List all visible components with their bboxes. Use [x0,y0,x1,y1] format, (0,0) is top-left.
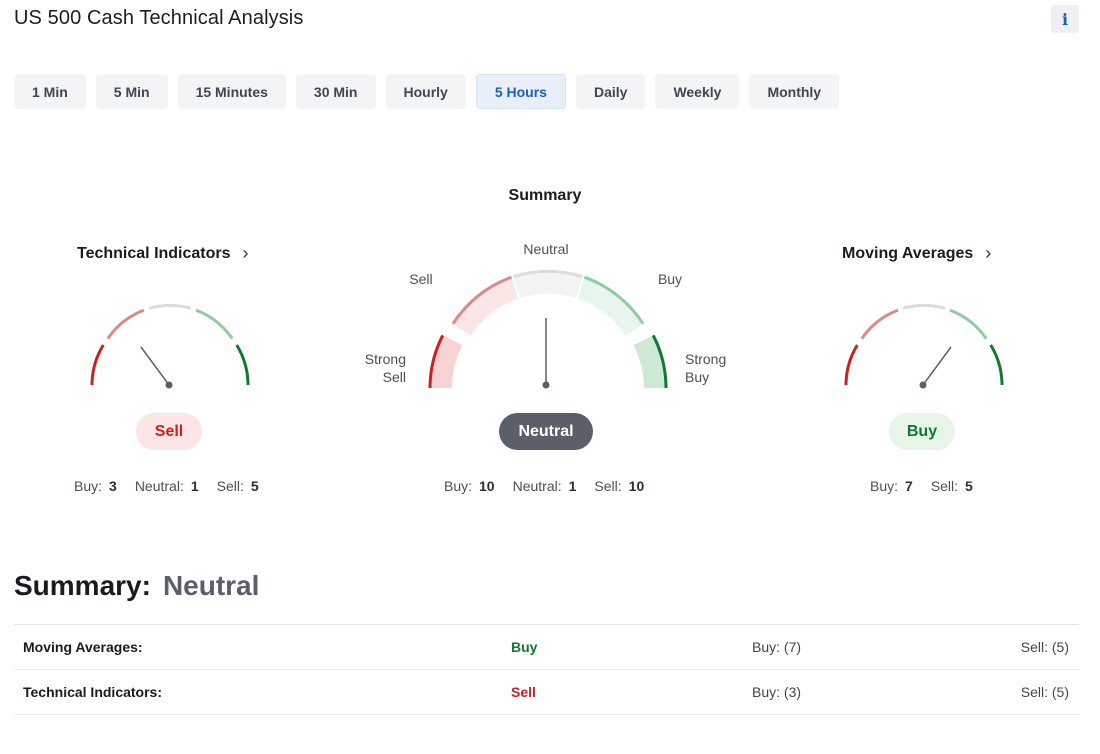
summary-value: Neutral [162,570,260,601]
table-row: Technical Indicators: Sell Buy: (3) Sell… [14,670,1079,715]
technical-indicators-link[interactable]: Technical Indicators › [77,243,249,264]
technical-indicators-gauge [90,303,250,389]
gauge-arc-strong-buy [989,344,1004,386]
row-name: Moving Averages: [23,639,143,655]
row-buy-count: Buy: (7) [752,639,802,655]
gauge-band-strong-sell [430,335,463,388]
info-icon[interactable]: i [1051,5,1079,33]
gauge-arc-neutral [148,303,192,310]
summary-verdict-badge: Neutral [499,413,593,450]
row-sell-count: Sell: (5) [1020,639,1069,655]
gauge-arc-strong-sell [844,344,859,386]
tab-daily[interactable]: Daily [575,74,646,109]
tab-15-minutes[interactable]: 15 Minutes [177,74,286,109]
summary-gauge-heading: Summary [508,187,582,204]
chevron-right-icon: › [242,243,249,263]
gauge-label-strong-buy-line2: Buy [685,369,709,385]
timeframe-tabs: 1 Min 5 Min 15 Minutes 30 Min Hourly 5 H… [14,74,840,109]
row-action: Buy [511,639,538,655]
gauge-arc-buy [195,308,234,340]
gauge-arc-buy [949,308,988,340]
gauge-label-strong-sell-line1: Strong [365,351,406,367]
gauge-arc-strong-sell [90,344,105,386]
summary-table: Moving Averages: Buy Buy: (7) Sell: (5) … [14,624,1079,715]
gauge-label-strong-sell-line2: Sell [383,369,406,385]
tab-30-min[interactable]: 30 Min [295,74,376,109]
technical-indicators-counts: Buy: 3 Neutral: 1 Sell: 5 [74,478,259,494]
moving-averages-heading: Moving Averages [842,244,974,262]
table-row: Moving Averages: Buy Buy: (7) Sell: (5) [14,625,1079,670]
row-sell-count: Sell: (5) [1020,684,1069,700]
row-action: Sell [511,684,536,700]
technical-indicators-heading: Technical Indicators [77,244,231,262]
page-title: US 500 Cash Technical Analysis [14,7,304,29]
moving-averages-link[interactable]: Moving Averages › [842,243,991,264]
gauge-band-strong-buy [633,335,666,388]
row-buy-count: Buy: (3) [752,684,802,700]
tab-weekly[interactable]: Weekly [655,74,740,109]
gauge-pivot [919,381,927,389]
moving-averages-counts: Buy: 7 Sell: 5 [870,478,973,494]
moving-averages-gauge [844,303,1004,389]
gauge-band-sell [452,277,519,336]
gauge-arc-sell [860,308,899,340]
tab-5-hours[interactable]: 5 Hours [475,74,566,109]
summary-gauge: Neutral Sell Buy Strong Sell Strong Buy [365,241,726,389]
gauge-arc-neutral [902,303,946,310]
gauge-arc-strong-buy [235,344,250,386]
moving-averages-verdict-badge: Buy [889,413,955,450]
row-name: Technical Indicators: [23,684,162,700]
tab-1-min[interactable]: 1 Min [14,74,86,109]
technical-indicators-verdict-badge: Sell [136,413,202,450]
gauge-needle [922,346,952,386]
gauge-pivot [165,381,173,389]
summary-counts: Buy: 10 Neutral: 1 Sell: 10 [444,478,645,494]
summary-label: Summary: [14,570,151,601]
chevron-right-icon: › [985,243,992,263]
gauge-pivot [542,381,550,389]
gauge-label-neutral: Neutral [523,241,568,257]
gauge-band-buy [577,277,644,336]
summary-result: Summary: Neutral [14,570,259,602]
tab-monthly[interactable]: Monthly [749,74,840,109]
tab-5-min[interactable]: 5 Min [95,74,168,109]
tab-hourly[interactable]: Hourly [385,74,466,109]
gauge-label-strong-buy-line1: Strong [685,351,726,367]
gauge-label-buy: Buy [658,271,682,287]
gauge-needle [140,346,170,386]
gauge-arc-sell [106,308,145,340]
gauge-label-sell: Sell [409,271,432,287]
